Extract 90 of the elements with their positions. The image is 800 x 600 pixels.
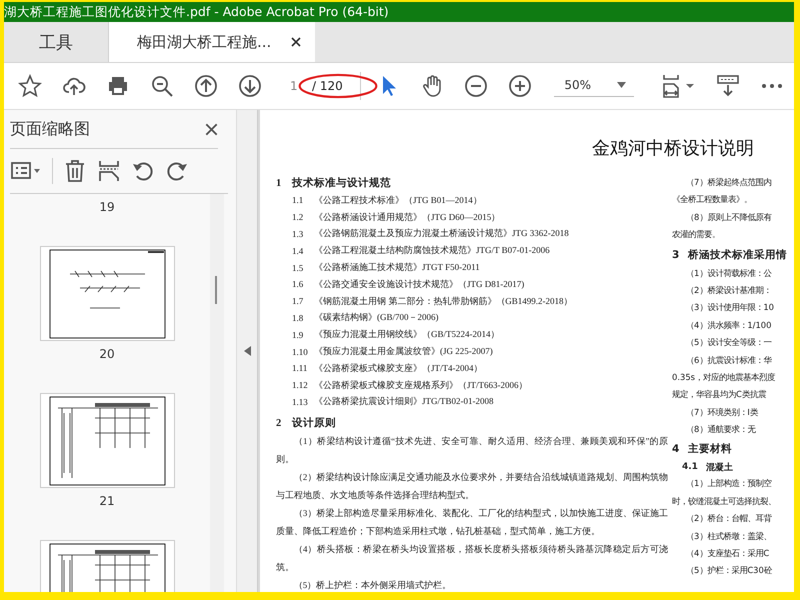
item-number: 1.5 [292,262,304,273]
window-title: 湖大桥工程施工图优化设计文件.pdf - Adobe Acrobat Pro (64-bit) [4,4,389,19]
item-number: 1.10 [292,346,309,357]
star-icon[interactable] [18,74,42,98]
reference-text: 《公路工程技术标准》（JTG B01—2014） [314,194,482,207]
text-line: （5）设计安全等级：一 [685,336,772,350]
tab-label: 工具 [39,32,73,54]
item-number: 1.7 [292,296,304,306]
page-split-icon[interactable] [97,159,121,183]
text-line: （7）桥梁起终点范围内 [685,176,772,189]
paragraph: （5）桥上护栏：本外侧采用墙式护栏。 [292,579,452,592]
reference-text: 《公路钢筋混凝土及预应力混凝土桥涵设计规范》JTG 3362-2018 [314,227,569,240]
zoom-in-icon[interactable] [508,74,532,98]
section-heading: 技术标准与设计规范 [292,176,391,190]
caret-icon [617,82,626,88]
tab[interactable]: 梅田湖大桥工程施... [109,22,316,62]
zoom-out-icon[interactable] [464,74,488,98]
zoom-dropdown[interactable]: 50% [554,75,634,97]
heading-number: 2 [276,418,282,429]
item-number: 1.3 [292,228,304,239]
scroll-mode-icon[interactable] [716,74,740,98]
page-total: / 120 [312,79,343,93]
item-number: 1.9 [292,330,304,340]
item-number: 1.12 [292,380,309,390]
text-line: 农灌的需要。 [672,228,721,242]
reference-text: 《碳素结构钢》(GB/700－2006) [314,311,438,324]
item-number: 1.4 [292,246,304,256]
reference-text: 《公路桥涵设计通用规范》（JTG D60—2015） [314,210,500,224]
reference-text: 《预应力混凝土用金属波纹管》(JG 225-2007) [314,345,493,358]
text-line: 《全桥工程数量表》。 [672,193,753,206]
item-number: 1.11 [292,363,308,374]
heading-number: 3 [672,248,678,261]
text-line: （2）桥梁设计基准期： [685,284,772,297]
text-line: 0.35s，对应的地震基本烈度 [672,370,776,384]
heading-number: 4 [672,443,678,456]
arrow-up-circle-icon[interactable] [194,74,218,98]
reference-text: 《公路桥涵施工技术规范》JTGT F50-2011 [314,261,480,274]
fit-page-icon[interactable] [662,74,696,98]
section-heading: 设计原则 [292,416,336,430]
section-heading: 主要材料 [688,442,732,456]
page-number-label: 20 [99,347,115,361]
item-number: 1.1 [292,195,304,206]
text-line: 规定，华容县均为C类抗震 [672,388,767,402]
reference-text: 《公路桥梁板式橡胶支座规格系列》（JT/T663-2006） [314,378,528,392]
text-line: （1）上部构造：预制空 [685,477,772,490]
paragraph: （4）桥头搭板：桥梁在桥头均设置搭板，搭板长度桥头搭板须待桥头路基沉降稳定后方可浇筑。 [276,543,668,574]
tab-label: 梅田湖大桥工程施... [137,32,272,52]
close-icon[interactable] [205,122,218,136]
close-icon[interactable] [291,37,302,47]
heading-number: 4.1 [682,462,698,472]
panel-title: 页面缩略图 [10,118,90,140]
page-thumbnail[interactable] [40,246,174,341]
paragraph: （1）桥梁结构设计遵循“技术先进、安全可靠、耐久适用、经济合理、兼顾美观和环保”的原则。 [276,435,668,466]
text-line: （1）设计荷载标准：公 [685,266,772,280]
text-line: （8）原则上不降低原有 [685,210,772,224]
text-line: （3）柱式桥墩：盖梁、 [685,530,772,543]
text-line: （4）洪水频率：1/100 [685,318,772,332]
document-title: 金鸡河中桥设计说明 [592,137,755,160]
collapse-arrow-icon[interactable] [244,346,250,356]
text-line: （5）护栏：采用C30砼 [685,564,773,578]
reference-text: 《公路桥梁板式橡胶支座》（JT/T4-2004） [314,362,482,375]
section-heading: 桥涵技术标准采用情 [688,248,787,262]
subsection-heading: 混凝土 [706,461,733,474]
text-line: （3）设计使用年限：10 [685,301,775,314]
item-number: 1.13 [292,396,309,407]
text-line: （2）桥台：台帽、耳背 [685,512,773,526]
reference-text: 《公路桥梁抗震设计细则》JTG/TB02-01-2008 [314,395,494,408]
item-number: 1.8 [292,312,304,323]
trash-icon[interactable] [63,159,87,183]
item-number: 1.6 [292,279,304,290]
text-line: （4）支座垫石：采用C [685,547,770,560]
page-number-label: 21 [99,494,115,508]
reference-text: 《预应力混凝土用钢绞线》（GB/T5224-2014） [314,328,500,342]
reference-text: 《公路工程混凝土结构防腐蚀技术规范》JTG/T B07-01-2006 [314,244,550,258]
item-number: 1.2 [292,212,304,222]
paragraph: （2）桥梁结构设计除应满足交通功能及水位要求外，并要结合沿线城镇道路规划、周围构筑物与工程地质、水文地质等条件选择合理结构型式。 [276,471,668,502]
zoom-search-icon[interactable] [150,74,174,98]
scrollbar[interactable] [210,194,224,592]
page-number-label: 19 [99,200,115,214]
text-line: （7）环境类别：Ⅰ类 [685,406,760,419]
text-line: （8）通航要求：无 [685,423,757,436]
reference-text: 《公路交通安全设施设计技术规范》（JTG D81-2017) [314,278,524,291]
text-line: 时，铰缝混凝土可选择抗裂、 [672,494,777,508]
printer-icon[interactable] [106,74,130,98]
text-line: （6）抗震设计标准：华 [685,354,773,367]
paragraph: （3）桥梁上部构造尽量采用标准化、装配化、工厂化的结构型式，以加快施工进度、保证施工质量、降低工程造价；下部构造采用柱式墩，钻孔桩基础，型式简单，施工方便。 [276,507,668,538]
heading-number: 1 [276,178,282,188]
page-thumbnail[interactable] [40,393,174,488]
arrow-down-circle-icon[interactable] [238,74,262,98]
reference-text: 《钢筋混凝土用钢 第二部分：热轧带肋钢筋》（GB1499.2-2018） [314,294,572,308]
